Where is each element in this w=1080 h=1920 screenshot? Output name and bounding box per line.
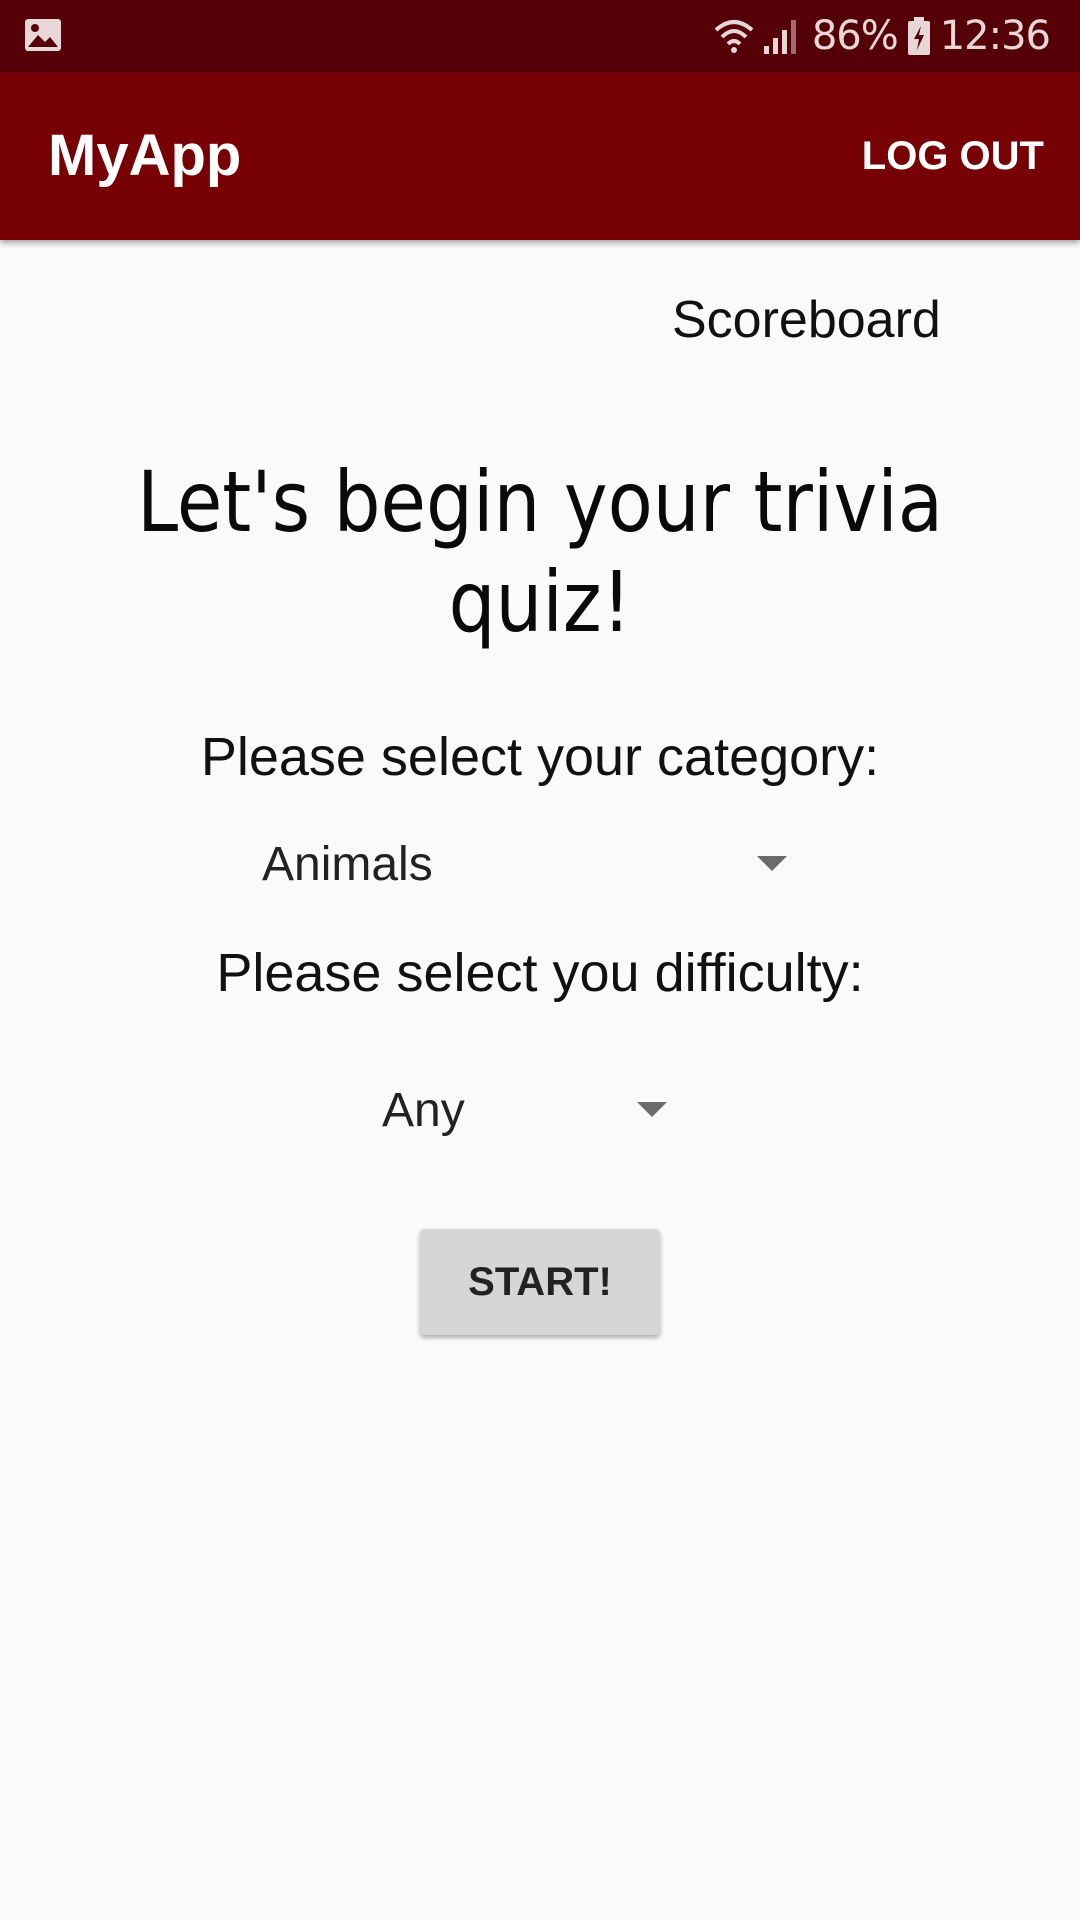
logout-button[interactable]: LOG OUT: [862, 72, 1044, 240]
category-prompt: Please select your category:: [200, 727, 880, 787]
page-title: Let's begin your trivia quiz!: [136, 453, 944, 651]
gallery-icon: [25, 19, 61, 51]
difficulty-prompt: Please select you difficulty:: [216, 943, 864, 1003]
category-selected-value: Animals: [262, 837, 433, 891]
signal-icon: [763, 20, 796, 54]
category-dropdown[interactable]: Animals: [262, 824, 792, 904]
clock: 12:36: [939, 13, 1051, 59]
start-button[interactable]: START!: [420, 1229, 660, 1335]
app-bar: MyApp LOG OUT: [0, 72, 1080, 240]
difficulty-dropdown[interactable]: Any: [382, 1070, 672, 1150]
battery-icon: [907, 17, 930, 55]
dropdown-arrow-icon: [637, 1102, 667, 1117]
wifi-icon: [714, 20, 754, 53]
status-indicators: 86% 12:36: [712, 0, 1051, 72]
status-bar: 86% 12:36: [0, 0, 1080, 72]
battery-percent: 86%: [811, 13, 899, 59]
dropdown-arrow-icon: [757, 856, 787, 871]
scoreboard-link[interactable]: Scoreboard: [672, 290, 941, 350]
difficulty-selected-value: Any: [382, 1083, 465, 1137]
app-title: MyApp: [48, 123, 242, 188]
